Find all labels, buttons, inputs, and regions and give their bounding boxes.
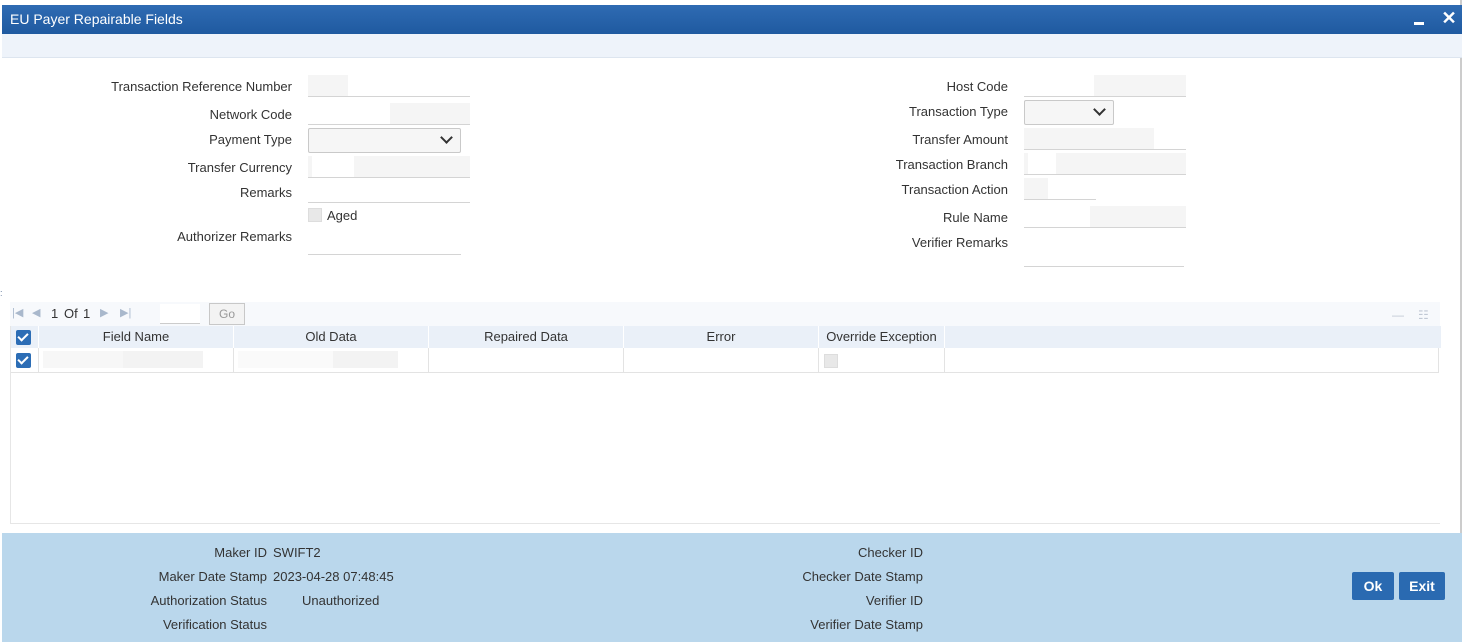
close-icon[interactable]: ✕	[1440, 8, 1458, 28]
transaction-branch-label: Transaction Branch	[895, 157, 1008, 172]
checker-id-label: Checker ID	[857, 545, 923, 560]
network-code-field[interactable]	[308, 103, 470, 125]
maker-id-value: SWIFT2	[273, 545, 321, 560]
page-current: 1	[51, 306, 59, 321]
transaction-branch-field[interactable]	[1024, 153, 1186, 175]
row-checkbox[interactable]	[16, 353, 31, 368]
authorization-status-value: Unauthorized	[302, 593, 380, 608]
collapse-icon[interactable]: —	[1392, 308, 1404, 322]
transaction-action-label: Transaction Action	[901, 182, 1008, 197]
column-settings-icon[interactable]: ☷	[1418, 308, 1429, 322]
remarks-field[interactable]	[308, 181, 470, 203]
page-total: 1	[83, 306, 91, 321]
table-row[interactable]	[11, 348, 1439, 373]
checker-date-label: Checker Date Stamp	[802, 569, 923, 584]
select-all-checkbox[interactable]	[16, 330, 31, 345]
verifier-id-label: Verifier ID	[865, 593, 923, 608]
host-code-field[interactable]	[1024, 75, 1186, 97]
transaction-action-field[interactable]	[1024, 178, 1096, 200]
toolbar-strip	[2, 34, 1462, 58]
col-field-name[interactable]: Field Name	[39, 326, 234, 348]
verification-status-label: Verification Status	[162, 617, 267, 632]
maker-id-label: Maker ID	[214, 545, 267, 560]
prev-page-icon[interactable]: ◀	[32, 307, 44, 319]
verifier-remarks-label: Verifier Remarks	[911, 235, 1008, 250]
verifier-date-label: Verifier Date Stamp	[810, 617, 923, 632]
page-number-input[interactable]	[160, 304, 200, 324]
window-title: EU Payer Repairable Fields	[10, 11, 183, 27]
chevron-down-icon	[1093, 103, 1106, 116]
error-cell	[624, 348, 819, 373]
repaired-data-cell[interactable]	[429, 348, 624, 373]
grid-pager: |◀ ◀ 1 Of 1 ▶ ▶| Go — ☷	[10, 302, 1440, 326]
remarks-label: Remarks	[239, 185, 292, 200]
transfer-currency-field[interactable]	[308, 156, 470, 178]
aged-label: Aged	[327, 208, 358, 223]
transfer-currency-label: Transfer Currency	[187, 160, 292, 175]
last-page-icon[interactable]: ▶|	[120, 307, 132, 319]
col-repaired-data[interactable]: Repaired Data	[429, 326, 624, 348]
transaction-type-label: Transaction Type	[909, 104, 1008, 119]
txn-ref-field[interactable]	[308, 75, 470, 97]
select-all-cell	[11, 326, 39, 348]
host-code-label: Host Code	[946, 79, 1008, 94]
audit-footer: Maker ID SWIFT2 Maker Date Stamp 2023-04…	[2, 533, 1462, 642]
go-button[interactable]: Go	[209, 303, 245, 325]
minimize-icon[interactable]	[1412, 9, 1426, 29]
transaction-type-select[interactable]	[1024, 100, 1114, 125]
payment-type-select[interactable]	[308, 128, 461, 153]
col-old-data[interactable]: Old Data	[234, 326, 429, 348]
first-page-icon[interactable]: |◀	[12, 307, 24, 319]
page-of-label: Of	[64, 306, 78, 321]
field-name-cell[interactable]	[39, 348, 234, 373]
title-bar: EU Payer Repairable Fields ✕	[2, 5, 1462, 34]
background-edge: :	[0, 288, 3, 298]
col-override-exception[interactable]: Override Exception	[819, 326, 945, 348]
txn-ref-label: Transaction Reference Number	[111, 79, 292, 94]
exit-button[interactable]: Exit	[1399, 572, 1445, 600]
repairable-fields-grid: Field Name Old Data Repaired Data Error …	[10, 326, 1441, 524]
ok-button[interactable]: Ok	[1352, 572, 1394, 600]
override-exception-checkbox[interactable]	[824, 354, 838, 368]
network-code-label: Network Code	[209, 107, 292, 122]
grid-header: Field Name Old Data Repaired Data Error …	[11, 326, 1441, 348]
col-error[interactable]: Error	[624, 326, 819, 348]
aged-checkbox[interactable]	[308, 208, 322, 222]
transfer-amount-field[interactable]	[1024, 128, 1186, 150]
override-exception-cell	[819, 348, 945, 373]
modal-window: EU Payer Repairable Fields ✕ : Transacti…	[0, 0, 1462, 642]
maker-date-value: 2023-04-28 07:48:45	[273, 569, 394, 584]
authorizer-remarks-label: Authorizer Remarks	[177, 229, 292, 244]
row-select-cell	[11, 348, 39, 373]
chevron-down-icon	[440, 131, 453, 144]
rule-name-label: Rule Name	[942, 210, 1008, 225]
old-data-cell[interactable]	[234, 348, 429, 373]
verifier-remarks-field[interactable]	[1024, 245, 1184, 267]
authorization-status-label: Authorization Status	[150, 593, 267, 608]
maker-date-label: Maker Date Stamp	[158, 569, 267, 584]
transfer-amount-label: Transfer Amount	[912, 132, 1008, 147]
payment-type-label: Payment Type	[209, 132, 292, 147]
authorizer-remarks-field[interactable]	[308, 233, 461, 255]
rule-name-field[interactable]	[1024, 206, 1186, 228]
next-page-icon[interactable]: ▶	[100, 307, 112, 319]
